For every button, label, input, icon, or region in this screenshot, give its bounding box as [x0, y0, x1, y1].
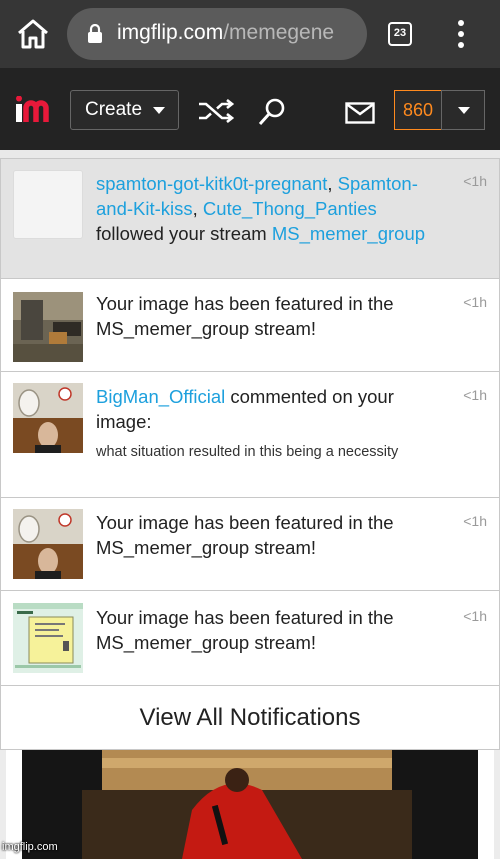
site-header: Create 860 [0, 68, 500, 150]
notification-text: Your image has been featured in the MS_m… [96, 607, 394, 653]
imgflip-watermark: imgflip.com [2, 841, 58, 853]
url-text: imgflip.com/memegene [117, 21, 335, 44]
home-icon[interactable] [16, 18, 50, 50]
notification-time: <1h [463, 608, 487, 624]
meme-thumbnail [13, 603, 83, 673]
stream-link[interactable]: MS_memer_group [272, 223, 425, 244]
browser-toolbar: imgflip.com/memegene 23 [0, 0, 500, 68]
mail-icon[interactable] [345, 102, 375, 124]
imgflip-logo[interactable] [16, 96, 56, 124]
notification-item[interactable]: Your image has been featured in the MS_m… [1, 591, 499, 686]
notification-time: <1h [463, 387, 487, 403]
meme-thumbnail [13, 292, 83, 362]
search-icon[interactable] [257, 97, 287, 127]
view-all-notifications-button[interactable]: View All Notifications [1, 686, 499, 749]
notifications-panel: spamton-got-kitk0t-pregnant, Spamton-and… [0, 158, 500, 750]
notification-text: BigMan_Official commented on your image: [96, 386, 394, 432]
notification-time: <1h [463, 294, 487, 310]
notification-item[interactable]: Your image has been featured in the MS_m… [1, 498, 499, 591]
create-label: Create [85, 99, 143, 120]
caret-down-icon [153, 107, 165, 114]
meme-preview-area [0, 750, 500, 859]
meme-image[interactable] [22, 750, 478, 859]
meme-thumbnail [13, 383, 83, 453]
meme-thumbnail [13, 509, 83, 579]
caret-down-icon [458, 107, 470, 114]
notification-text: Your image has been featured in the MS_m… [96, 512, 394, 558]
notification-item[interactable]: BigMan_Official commented on your image:… [1, 372, 499, 498]
user-link[interactable]: spamton-got-kitk0t-pregnant [96, 173, 327, 194]
points-counter[interactable]: 860 [394, 90, 442, 130]
lock-icon [88, 24, 102, 43]
tab-counter-button[interactable]: 23 [388, 22, 412, 46]
notification-text: spamton-got-kitk0t-pregnant, Spamton-and… [96, 173, 426, 244]
user-link[interactable]: BigMan_Official [96, 386, 225, 407]
notification-item[interactable]: Your image has been featured in the MS_m… [1, 279, 499, 372]
address-bar[interactable]: imgflip.com/memegene [67, 8, 367, 60]
points-dropdown-button[interactable] [441, 90, 485, 130]
notification-text: Your image has been featured in the MS_m… [96, 293, 394, 339]
notification-item[interactable]: spamton-got-kitk0t-pregnant, Spamton-and… [1, 159, 499, 279]
notification-time: <1h [463, 513, 487, 529]
create-button[interactable]: Create [70, 90, 179, 130]
user-link[interactable]: Cute_Thong_Panties [203, 198, 377, 219]
avatar [13, 170, 83, 239]
kebab-menu-icon[interactable] [452, 20, 470, 48]
shuffle-icon[interactable] [198, 99, 234, 123]
comment-text: what situation resulted in this being a … [96, 444, 399, 460]
notification-time: <1h [463, 173, 487, 189]
